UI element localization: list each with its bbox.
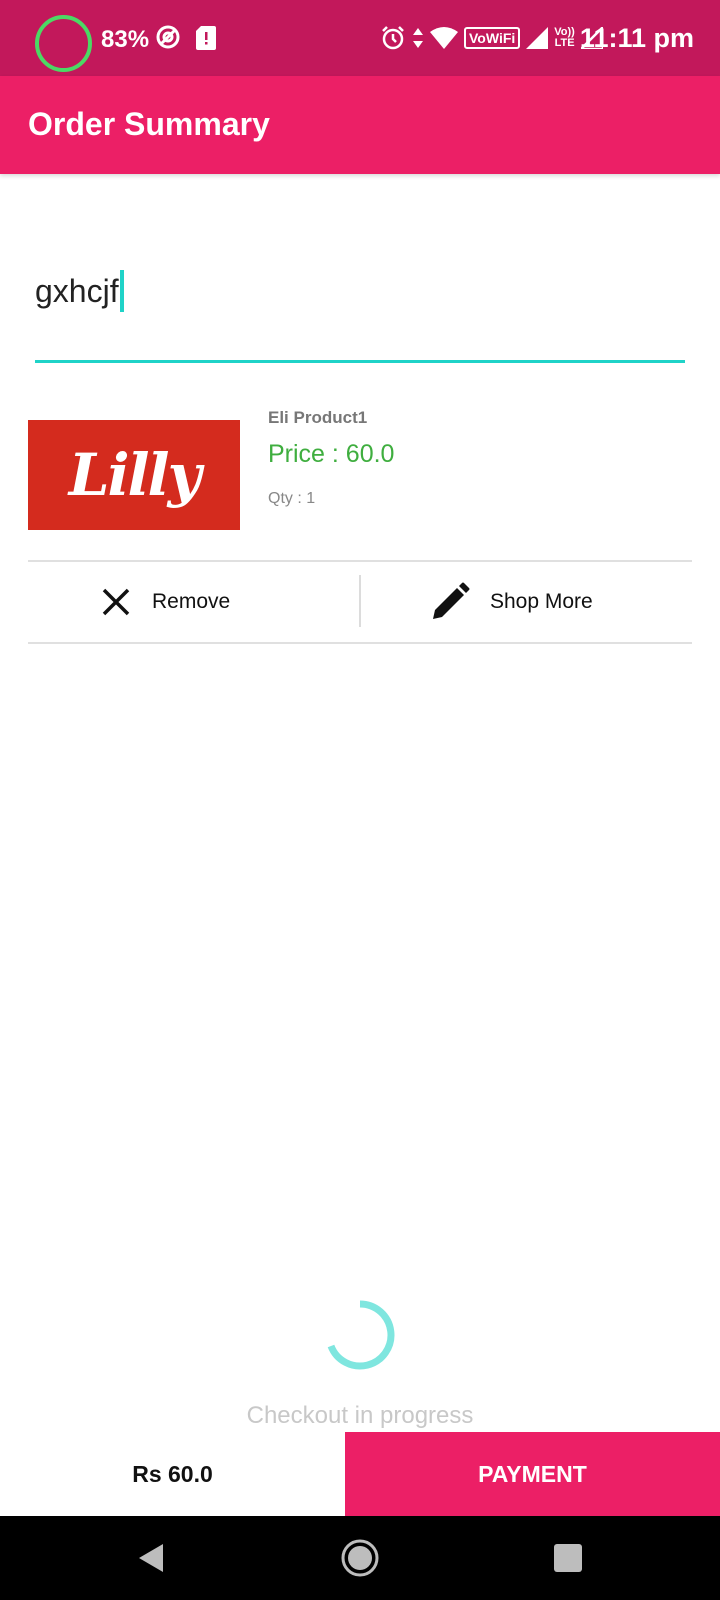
text-caret xyxy=(119,270,124,312)
at-icon xyxy=(156,25,180,49)
name-input-underline xyxy=(35,360,685,363)
alarm-icon xyxy=(382,26,404,50)
back-icon[interactable] xyxy=(129,1536,173,1580)
total-amount: Rs 60.0 xyxy=(0,1432,345,1516)
shop-more-label: Shop More xyxy=(490,590,593,613)
signal-icon xyxy=(526,27,549,49)
progress-text: Checkout in progress xyxy=(246,1402,474,1429)
loading-spinner xyxy=(327,1300,395,1370)
battery-ring-icon xyxy=(35,15,92,72)
divider xyxy=(359,575,361,627)
app-bar: Order Summary xyxy=(0,76,720,174)
product-image: Lilly xyxy=(28,420,240,530)
wifi-icon xyxy=(430,27,458,49)
battery-percent: 83% xyxy=(101,26,150,53)
name-input-value: gxhcjf xyxy=(35,272,119,309)
vowifi-icon: VoWiFi xyxy=(464,27,521,49)
navigation-bar xyxy=(0,1516,720,1600)
remove-label: Remove xyxy=(152,590,231,613)
status-icons: VoWiFi Vo)) LTE xyxy=(380,22,603,54)
payment-button[interactable]: PAYMENT xyxy=(345,1432,720,1516)
close-icon xyxy=(102,588,130,616)
status-bar: 83% VoWiFi Vo)) LTE 11:11 pm xyxy=(0,0,720,76)
sd-card-alert-icon xyxy=(196,26,216,50)
divider xyxy=(28,642,692,644)
home-icon[interactable] xyxy=(338,1536,382,1580)
lilly-logo: Lilly xyxy=(68,441,202,509)
page-title: Order Summary xyxy=(28,106,270,142)
name-input[interactable]: gxhcjf xyxy=(35,250,685,365)
product-name: Eli Product1 xyxy=(268,408,368,427)
recents-icon[interactable] xyxy=(546,1536,590,1580)
clock: 11:11 pm xyxy=(579,23,694,53)
data-arrows-icon xyxy=(413,28,423,48)
pencil-icon xyxy=(433,582,470,619)
product-price: Price : 60.0 xyxy=(268,440,395,468)
order-summary-screen: 83% VoWiFi Vo)) LTE 11:11 pm Order Summa… xyxy=(0,0,720,1600)
volte-icon: Vo)) LTE xyxy=(554,26,575,49)
remove-button[interactable]: Remove xyxy=(100,562,230,642)
shop-more-button[interactable]: Shop More xyxy=(430,562,593,642)
product-qty: Qty : 1 xyxy=(268,490,316,507)
